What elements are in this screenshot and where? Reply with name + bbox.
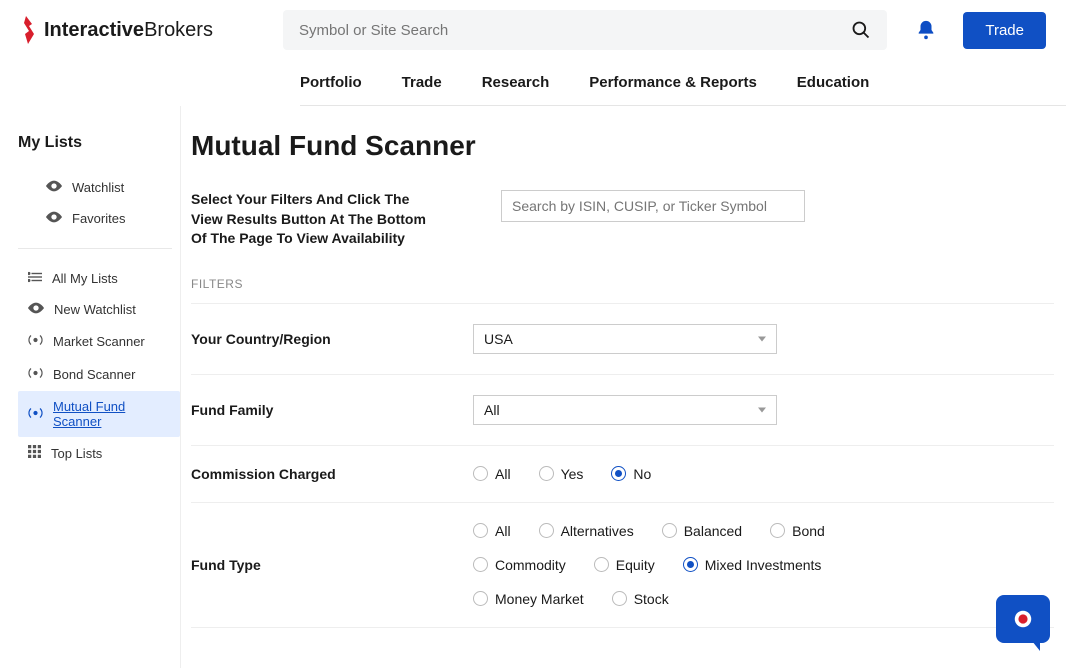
radio-label: Yes (561, 466, 584, 482)
radio-bond[interactable]: Bond (770, 523, 825, 539)
radio-label: Money Market (495, 591, 584, 607)
sidebar-item-label: Mutual Fund Scanner (53, 399, 170, 429)
sidebar-item-mutual-fund-scanner[interactable]: Mutual Fund Scanner (18, 391, 180, 437)
radio-money-market[interactable]: Money Market (473, 591, 584, 607)
sidebar: My Lists Watchlist Favorites All My Lists… (0, 106, 180, 668)
sidebar-item-favorites[interactable]: Favorites (36, 203, 180, 234)
nav-education[interactable]: Education (797, 74, 870, 91)
radio-yes[interactable]: Yes (539, 466, 584, 482)
filter-instruction: Select Your Filters And Click The View R… (191, 190, 441, 249)
radio-commodity[interactable]: Commodity (473, 557, 566, 573)
radio-no[interactable]: No (611, 466, 651, 482)
sidebar-item-label: Watchlist (72, 180, 124, 195)
sidebar-item-label: Top Lists (51, 446, 102, 461)
radio-circle-icon (539, 523, 554, 538)
logo-text: InteractiveBrokers (44, 19, 213, 42)
sidebar-item-label: All My Lists (52, 271, 118, 286)
header: InteractiveBrokers Trade (0, 0, 1066, 60)
sidebar-item-label: New Watchlist (54, 302, 136, 317)
filter-label-country: Your Country/Region (191, 331, 473, 347)
lines-icon (28, 271, 42, 286)
radio-circle-icon (611, 466, 626, 481)
radio-circle-icon (473, 557, 488, 572)
sidebar-item-bond-scanner[interactable]: Bond Scanner (18, 358, 180, 391)
filter-commission-row: Commission Charged All Yes No (191, 445, 1054, 502)
radio-stock[interactable]: Stock (612, 591, 669, 607)
filter-family-row: Fund Family All (191, 374, 1054, 445)
radio-circle-icon (594, 557, 609, 572)
radio-alternatives[interactable]: Alternatives (539, 523, 634, 539)
radio-mixed-investments[interactable]: Mixed Investments (683, 557, 822, 573)
notifications-icon[interactable] (915, 19, 937, 41)
logo[interactable]: InteractiveBrokers (20, 16, 213, 44)
family-select[interactable]: All (473, 395, 777, 425)
radio-all[interactable]: All (473, 466, 511, 482)
nav-performance[interactable]: Performance & Reports (589, 74, 757, 91)
sidebar-separator (18, 248, 172, 249)
trade-button[interactable]: Trade (963, 12, 1046, 49)
radio-label: Balanced (684, 523, 742, 539)
filter-fundtype-row: Fund Type All Alternatives Balanced Bond Com… (191, 502, 1054, 628)
sidebar-item-label: Bond Scanner (53, 367, 135, 382)
filters-heading: FILTERS (191, 277, 1054, 291)
eye-icon (46, 180, 62, 195)
filter-label-family: Fund Family (191, 402, 473, 418)
sidebar-item-new-watchlist[interactable]: New Watchlist (18, 294, 180, 325)
radio-balanced[interactable]: Balanced (662, 523, 742, 539)
radio-circle-icon (662, 523, 677, 538)
sidebar-item-watchlist[interactable]: Watchlist (36, 172, 180, 203)
sidebar-item-all-my-lists[interactable]: All My Lists (18, 263, 180, 294)
radio-circle-icon (770, 523, 785, 538)
isin-search-input[interactable] (501, 190, 805, 222)
radio-equity[interactable]: Equity (594, 557, 655, 573)
radio-label: Stock (634, 591, 669, 607)
content: Mutual Fund Scanner Select Your Filters … (180, 106, 1066, 668)
country-select[interactable]: USA (473, 324, 777, 354)
page-title: Mutual Fund Scanner (191, 130, 1054, 162)
nav-research[interactable]: Research (482, 74, 550, 91)
search-input[interactable] (299, 22, 851, 39)
chat-icon (1012, 608, 1034, 630)
eye-icon (28, 302, 44, 317)
chat-button[interactable] (996, 595, 1050, 643)
radio-label: Commodity (495, 557, 566, 573)
broadcast-icon (28, 406, 43, 423)
radio-circle-icon (539, 466, 554, 481)
filter-label-fundtype: Fund Type (191, 557, 473, 573)
radio-label: No (633, 466, 651, 482)
radio-label: All (495, 523, 511, 539)
broadcast-icon (28, 333, 43, 350)
radio-label: Mixed Investments (705, 557, 822, 573)
radio-circle-icon (683, 557, 698, 572)
nav-portfolio[interactable]: Portfolio (300, 74, 362, 91)
sidebar-item-label: Market Scanner (53, 334, 145, 349)
radio-label: Equity (616, 557, 655, 573)
filter-country-row: Your Country/Region USA (191, 303, 1054, 374)
radio-circle-icon (473, 466, 488, 481)
sidebar-item-label: Favorites (72, 211, 125, 226)
commission-radio-group: All Yes No (473, 466, 1054, 482)
global-search[interactable] (283, 10, 887, 50)
filter-label-commission: Commission Charged (191, 466, 473, 482)
fundtype-radio-group: All Alternatives Balanced Bond Commodity Equi… (473, 523, 933, 607)
broadcast-icon (28, 366, 43, 383)
sidebar-item-top-lists[interactable]: Top Lists (18, 437, 180, 469)
search-icon (851, 20, 871, 40)
radio-label: Bond (792, 523, 825, 539)
radio-circle-icon (612, 591, 627, 606)
radio-circle-icon (473, 591, 488, 606)
sidebar-item-market-scanner[interactable]: Market Scanner (18, 325, 180, 358)
radio-all[interactable]: All (473, 523, 511, 539)
sidebar-title: My Lists (18, 134, 180, 152)
radio-label: Alternatives (561, 523, 634, 539)
grid-icon (28, 445, 41, 461)
nav-trade[interactable]: Trade (402, 74, 442, 91)
radio-circle-icon (473, 523, 488, 538)
eye-icon (46, 211, 62, 226)
radio-label: All (495, 466, 511, 482)
logo-flame-icon (20, 16, 40, 44)
top-nav: Portfolio Trade Research Performance & R… (300, 60, 1066, 106)
